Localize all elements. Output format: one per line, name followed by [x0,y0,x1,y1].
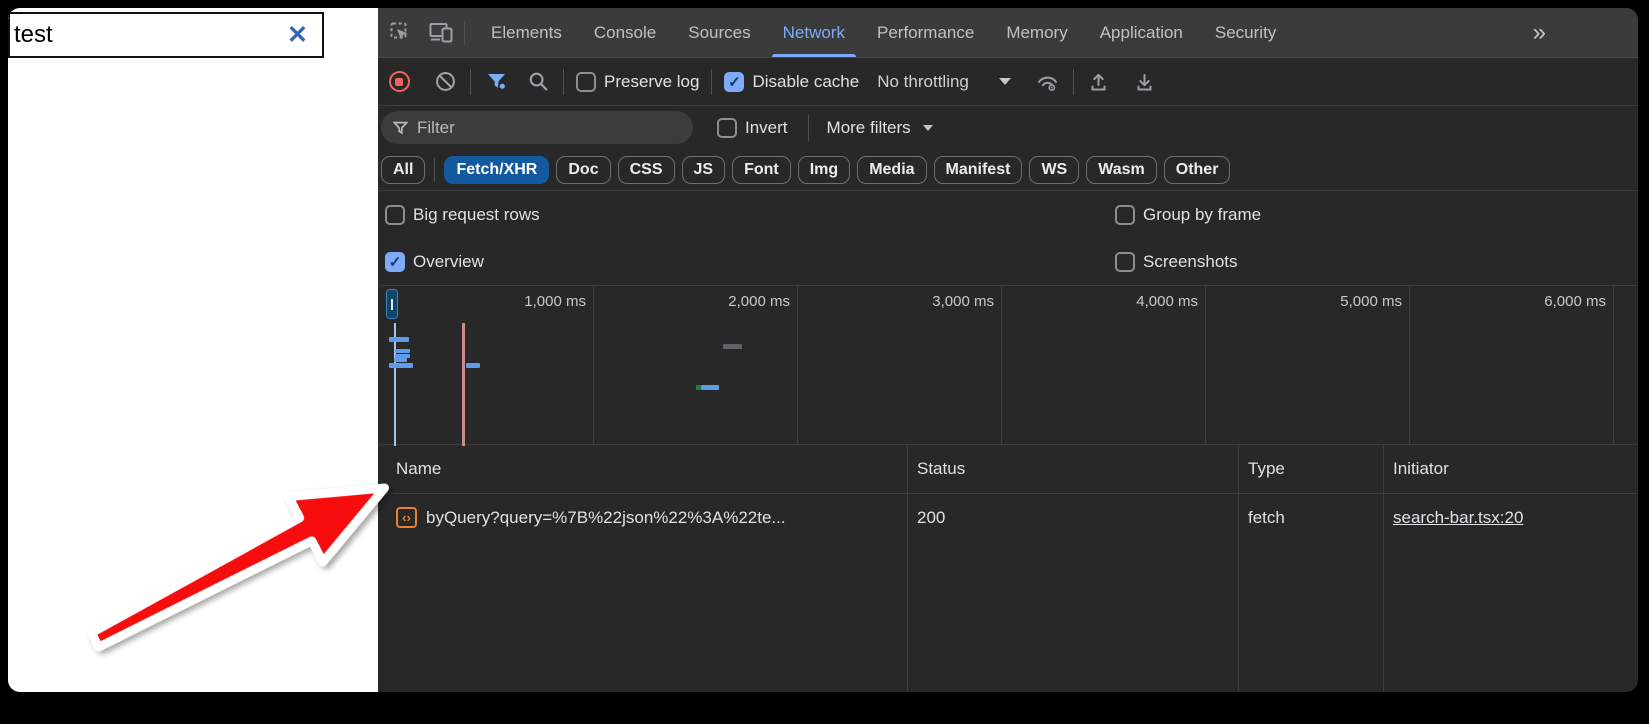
chip-fetch-xhr[interactable]: Fetch/XHR [444,156,549,184]
export-har-icon[interactable] [1132,69,1158,95]
chip-font[interactable]: Font [732,156,791,184]
big-request-rows-checkbox[interactable] [385,205,405,225]
preserve-log-label[interactable]: Preserve log [604,72,699,92]
request-type-filters: All Fetch/XHR Doc CSS JS Font Img Media … [378,149,1638,191]
search-bar: ✕ [8,12,324,58]
group-by-frame-checkbox[interactable] [1115,205,1135,225]
chip-css[interactable]: CSS [618,156,675,184]
filter-input[interactable] [417,118,657,138]
clear-network-log-icon[interactable] [432,69,458,95]
divider [808,115,809,141]
request-bar [389,363,413,368]
throttling-dropdown-icon[interactable] [999,78,1011,85]
load-event-marker [462,323,465,446]
screenshots-label[interactable]: Screenshots [1143,252,1238,272]
tab-application[interactable]: Application [1084,8,1199,57]
chip-manifest[interactable]: Manifest [934,156,1023,184]
filter-toggle-icon[interactable] [483,69,509,95]
browser-window: ✕ Elements Console Sources Network Perfo… [8,8,1638,692]
tab-performance[interactable]: Performance [861,8,990,57]
filter-input-pill [381,111,693,144]
overview-checkbox[interactable] [385,252,405,272]
clear-search-icon[interactable]: ✕ [287,23,308,48]
divider [464,21,465,45]
divider [434,158,435,182]
divider [711,69,712,95]
disable-cache-label[interactable]: Disable cache [752,72,859,92]
chip-media[interactable]: Media [857,156,926,184]
more-filters-dropdown-icon[interactable] [923,125,933,131]
chip-doc[interactable]: Doc [556,156,610,184]
filter-row: Invert More filters [378,106,1638,149]
tab-security[interactable]: Security [1199,8,1292,57]
divider [563,69,564,95]
fetch-xhr-icon [396,507,417,528]
invert-label[interactable]: Invert [745,118,788,138]
import-har-icon[interactable] [1086,69,1112,95]
device-toolbar-icon[interactable] [428,20,454,46]
funnel-icon [393,121,408,135]
timeline-section: 3,000 ms [798,286,1002,444]
column-header-status[interactable]: Status [917,445,965,493]
request-bar [389,337,409,342]
devtools-panel: Elements Console Sources Network Perform… [378,8,1638,692]
throttling-select[interactable]: No throttling [877,72,969,92]
overview-label[interactable]: Overview [413,252,484,272]
overview-drag-handle[interactable] [386,289,398,319]
invert-checkbox[interactable] [717,118,737,138]
chip-all[interactable]: All [381,156,425,184]
search-network-icon[interactable] [525,69,551,95]
chip-img[interactable]: Img [798,156,850,184]
request-bar [395,349,410,353]
chip-wasm[interactable]: Wasm [1086,156,1157,184]
inspect-element-icon[interactable] [388,20,414,46]
options-row-2: Overview Screenshots [378,238,1638,285]
timeline-filler [1614,286,1638,444]
tab-memory[interactable]: Memory [990,8,1083,57]
web-page: ✕ [8,8,378,692]
timeline-section: 2,000 ms [594,286,798,444]
chip-ws[interactable]: WS [1029,156,1079,184]
column-header-initiator[interactable]: Initiator [1393,445,1449,493]
chip-js[interactable]: JS [682,156,726,184]
options-row-1: Big request rows Group by frame [378,191,1638,238]
tab-console[interactable]: Console [578,8,672,57]
network-conditions-icon[interactable] [1035,69,1061,95]
more-tabs-icon[interactable]: » [1533,19,1543,47]
big-request-rows-label[interactable]: Big request rows [413,205,540,225]
column-header-type[interactable]: Type [1248,445,1285,493]
request-bar-pending [723,344,742,349]
table-header: Name Status Type Initiator [378,445,1638,494]
network-toolbar: Preserve log Disable cache No throttling [378,58,1638,106]
column-header-name[interactable]: Name [396,445,441,493]
group-by-frame-label[interactable]: Group by frame [1143,205,1261,225]
table-row[interactable]: byQuery?query=%7B%22json%22%3A%22te... 2… [378,494,1638,541]
screenshots-checkbox[interactable] [1115,252,1135,272]
timeline-section: 5,000 ms [1206,286,1410,444]
devtools-tab-bar: Elements Console Sources Network Perform… [378,8,1638,58]
request-bar [394,358,407,362]
divider [1073,69,1074,95]
request-status: 200 [917,494,945,541]
timeline-section: 6,000 ms [1410,286,1614,444]
tab-elements[interactable]: Elements [475,8,578,57]
tab-sources[interactable]: Sources [672,8,766,57]
network-requests-table: Name Status Type Initiator byQuery?query… [378,445,1638,692]
more-filters-button[interactable]: More filters [827,118,911,138]
request-name[interactable]: byQuery?query=%7B%22json%22%3A%22te... [426,508,786,528]
disable-cache-checkbox[interactable] [724,72,744,92]
divider [470,69,471,95]
timeline-section: 4,000 ms [1002,286,1206,444]
record-network-log-icon[interactable] [386,69,412,95]
request-bar [701,385,719,390]
network-overview-timeline[interactable]: 1,000 ms 2,000 ms 3,000 ms 4,000 ms 5,00… [378,285,1638,445]
search-input[interactable] [14,21,244,49]
request-initiator-link[interactable]: search-bar.tsx:20 [1393,508,1523,528]
preserve-log-checkbox[interactable] [576,72,596,92]
request-bar [466,363,480,368]
request-type: fetch [1248,494,1285,541]
tab-network[interactable]: Network [767,8,861,57]
chip-other[interactable]: Other [1164,156,1231,184]
